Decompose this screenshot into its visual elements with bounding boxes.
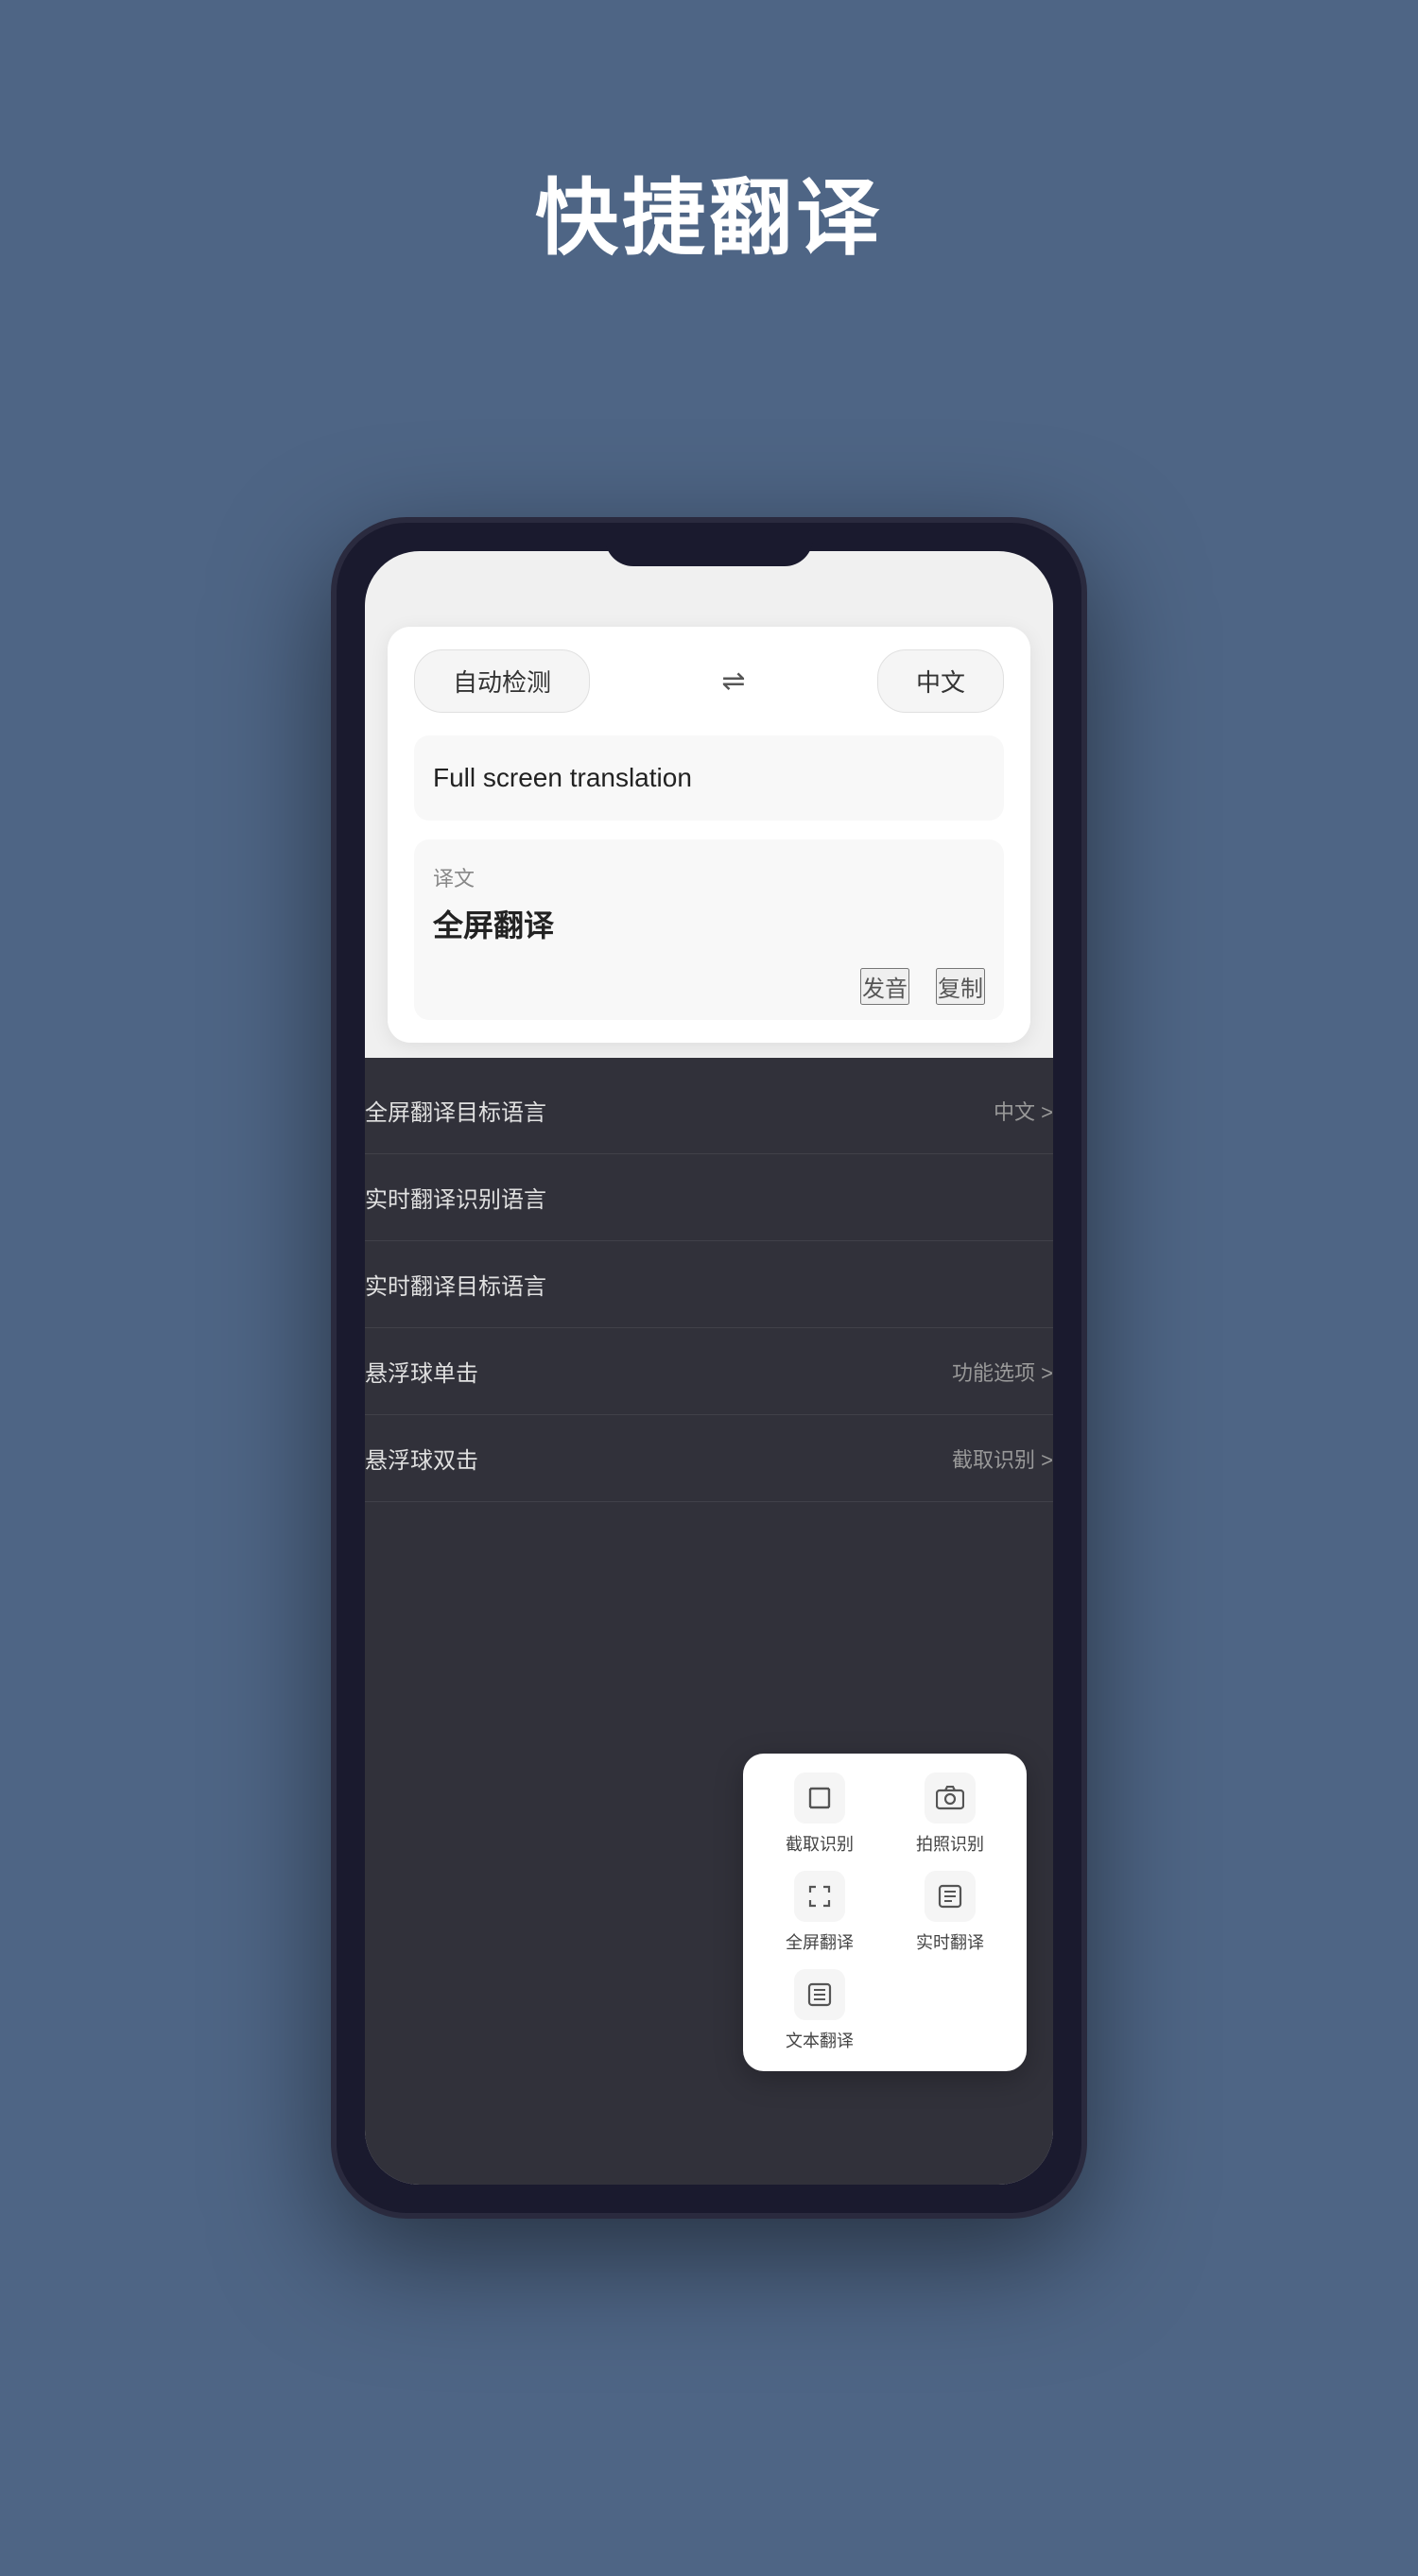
result-actions: 发音 复制 <box>433 968 985 1005</box>
realtime-icon <box>925 1871 976 1922</box>
quick-action-camera[interactable]: 拍照识别 <box>892 1772 1008 1856</box>
setting-label-realtime-source-lang: 实时翻译识别语言 <box>365 1181 546 1214</box>
swap-language-icon[interactable]: ⇌ <box>721 665 745 698</box>
text-translate-icon <box>794 1969 845 2020</box>
quick-action-fullscreen[interactable]: 全屏翻译 <box>762 1871 877 1954</box>
setting-value-float-single-click: 功能选项 > <box>952 1357 1053 1387</box>
realtime-label: 实时翻译 <box>916 1929 984 1954</box>
settings-section: 全屏翻译目标语言 中文 > 实时翻译识别语言 实时翻译目标语言 悬浮球单击 功能… <box>365 1058 1053 2185</box>
result-text: 全屏翻译 <box>433 902 985 945</box>
settings-row-fullscreen-target-lang[interactable]: 全屏翻译目标语言 中文 > <box>365 1067 1053 1154</box>
setting-value-float-double-click: 截取识别 > <box>952 1444 1053 1474</box>
result-box: 译文 全屏翻译 发音 复制 <box>414 839 1004 1020</box>
phone-screen: 自动检测 ⇌ 中文 Full screen translation 译文 全屏翻… <box>365 551 1053 2185</box>
camera-icon <box>925 1772 976 1824</box>
text-translate-label: 文本翻译 <box>786 2028 854 2052</box>
settings-row-float-double-click[interactable]: 悬浮球双击 截取识别 > <box>365 1415 1053 1502</box>
quick-action-text[interactable]: 文本翻译 <box>762 1969 877 2052</box>
crop-label: 截取识别 <box>786 1831 854 1856</box>
input-text: Full screen translation <box>433 763 692 792</box>
page-title: 快捷翻译 <box>535 151 883 271</box>
camera-label: 拍照识别 <box>916 1831 984 1856</box>
setting-label-float-single-click: 悬浮球单击 <box>365 1355 478 1388</box>
translation-card: 自动检测 ⇌ 中文 Full screen translation 译文 全屏翻… <box>388 627 1030 1043</box>
settings-row-realtime-target-lang[interactable]: 实时翻译目标语言 <box>365 1241 1053 1328</box>
pronounce-button[interactable]: 发音 <box>860 968 909 1005</box>
crop-icon <box>794 1772 845 1824</box>
phone-mockup: 自动检测 ⇌ 中文 Full screen translation 译文 全屏翻… <box>331 517 1087 2219</box>
quick-action-realtime[interactable]: 实时翻译 <box>892 1871 1008 1954</box>
quick-action-panel: 截取识别 拍照识别 <box>743 1754 1027 2071</box>
quick-action-crop[interactable]: 截取识别 <box>762 1772 877 1856</box>
setting-value-fullscreen-target-lang: 中文 > <box>994 1096 1053 1126</box>
settings-row-float-single-click[interactable]: 悬浮球单击 功能选项 > <box>365 1328 1053 1415</box>
setting-label-fullscreen-target-lang: 全屏翻译目标语言 <box>365 1094 546 1127</box>
setting-label-float-double-click: 悬浮球双击 <box>365 1442 478 1475</box>
phone-notch <box>605 523 813 566</box>
input-box[interactable]: Full screen translation <box>414 735 1004 821</box>
result-label: 译文 <box>433 862 985 892</box>
language-selector-row: 自动检测 ⇌ 中文 <box>414 649 1004 713</box>
target-language-button[interactable]: 中文 <box>877 649 1004 713</box>
copy-button[interactable]: 复制 <box>936 968 985 1005</box>
source-language-button[interactable]: 自动检测 <box>414 649 590 713</box>
settings-row-realtime-source-lang[interactable]: 实时翻译识别语言 <box>365 1154 1053 1241</box>
setting-label-realtime-target-lang: 实时翻译目标语言 <box>365 1268 546 1301</box>
fullscreen-label: 全屏翻译 <box>786 1929 854 1954</box>
fullscreen-icon <box>794 1871 845 1922</box>
